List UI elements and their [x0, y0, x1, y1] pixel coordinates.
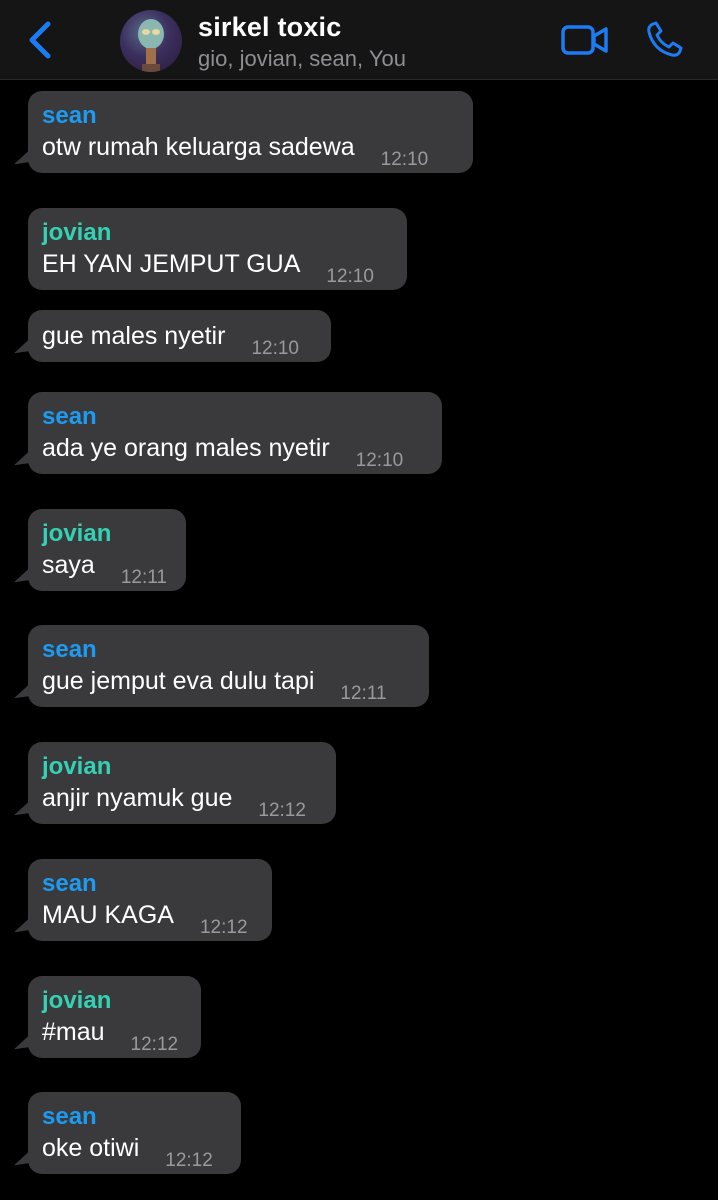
video-call-button[interactable] [558, 20, 612, 60]
message-time: 12:12 [165, 1150, 213, 1171]
message-text: oke otiwi [42, 1134, 140, 1162]
message-text: anjir nyamuk gue [42, 784, 233, 812]
phone-icon [647, 21, 683, 57]
message-text: gue males nyetir [42, 322, 226, 350]
group-avatar[interactable] [120, 10, 182, 72]
message-time: 12:11 [340, 683, 387, 704]
message-time: 12:10 [380, 149, 429, 170]
sender-name: sean [42, 102, 97, 129]
sender-name: sean [42, 636, 97, 663]
message-text: MAU KAGA [42, 901, 174, 929]
message-text: EH YAN JEMPUT GUA [42, 250, 301, 278]
chat-header: sirkel toxic gio, jovian, sean, You [0, 0, 718, 80]
message-text: otw rumah keluarga sadewa [42, 133, 355, 161]
message-bubble[interactable]: sean otw rumah keluarga sadewa 12:10 [28, 91, 473, 173]
sender-name: jovian [42, 520, 112, 547]
message-bubble[interactable]: jovian EH YAN JEMPUT GUA 12:10 [28, 208, 407, 290]
sender-name: sean [42, 870, 97, 897]
message-bubble[interactable]: jovian anjir nyamuk gue 12:12 [28, 742, 336, 824]
message-text: #mau [42, 1018, 105, 1046]
message-bubble[interactable]: sean gue jemput eva dulu tapi 12:11 [28, 625, 429, 707]
message-time: 12:12 [258, 800, 306, 821]
message-time: 12:12 [199, 917, 248, 938]
chat-title[interactable]: sirkel toxic [198, 12, 341, 43]
message-bubble[interactable]: sean ada ye orang males nyetir 12:10 [28, 392, 442, 474]
message-bubble[interactable]: jovian #mau 12:12 [28, 976, 201, 1058]
group-members[interactable]: gio, jovian, sean, You [198, 46, 406, 72]
message-bubble[interactable]: sean oke otiwi 12:12 [28, 1092, 241, 1174]
chevron-left-icon [29, 21, 51, 59]
message-list[interactable]: sean otw rumah keluarga sadewa 12:10 jovi… [0, 80, 718, 1200]
sender-name: jovian [42, 219, 112, 246]
message-bubble[interactable]: gue males nyetir 12:10 [28, 310, 331, 362]
sender-name: sean [42, 1103, 97, 1130]
message-time: 12:10 [355, 450, 404, 471]
voice-call-button[interactable] [640, 18, 688, 62]
video-camera-icon [561, 25, 608, 55]
message-text: saya [42, 551, 95, 579]
back-button[interactable] [18, 18, 62, 62]
message-text: ada ye orang males nyetir [42, 434, 330, 462]
message-time: 12:11 [120, 567, 167, 588]
sender-name: jovian [42, 753, 112, 780]
message-bubble[interactable]: sean MAU KAGA 12:12 [28, 859, 272, 941]
avatar-image [138, 19, 164, 72]
message-text: gue jemput eva dulu tapi [42, 667, 315, 695]
message-time: 12:10 [326, 266, 374, 287]
sender-name: jovian [42, 987, 112, 1014]
message-time: 12:12 [130, 1034, 179, 1055]
sender-name: sean [42, 403, 97, 430]
message-time: 12:10 [251, 338, 299, 359]
message-bubble[interactable]: jovian saya 12:11 [28, 509, 186, 591]
